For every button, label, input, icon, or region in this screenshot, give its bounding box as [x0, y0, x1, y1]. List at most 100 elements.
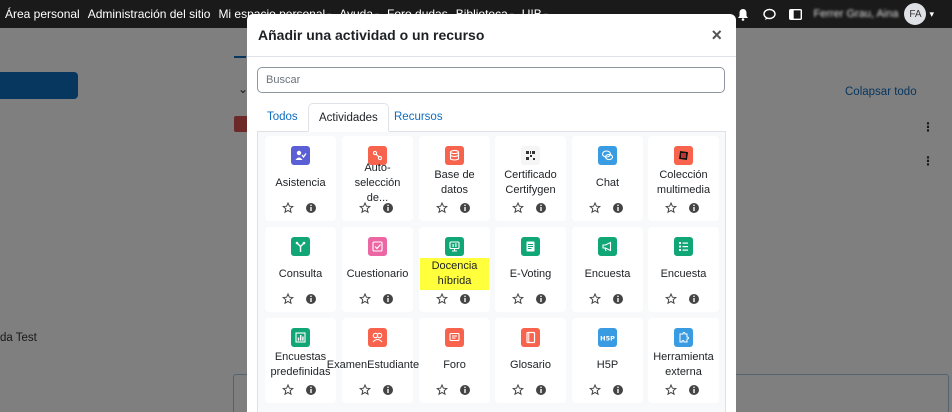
activity-name-wrapper: Glosario: [496, 349, 565, 381]
activity-name: Encuestas predefinidas: [270, 351, 331, 378]
user-name[interactable]: Ferrer Grau, Aina: [813, 8, 898, 20]
tab-actividades[interactable]: Actividades: [308, 103, 389, 132]
activity-name: Encuesta: [584, 267, 631, 280]
activity-name-wrapper: Encuestas predefinidas: [266, 349, 335, 381]
activity-card[interactable]: Certificado Certifygen: [495, 136, 566, 221]
activity-name: Herramienta externa: [653, 351, 714, 378]
evoting-icon: [521, 237, 540, 256]
activity-card[interactable]: H5P H5P: [572, 318, 643, 403]
star-icon[interactable]: [664, 383, 678, 396]
activity-card[interactable]: Docencia híbrida: [419, 227, 490, 312]
star-icon[interactable]: [511, 292, 525, 305]
modal-title: Añadir una actividad o un recurso: [258, 27, 485, 43]
activity-name-wrapper: Auto-selección de...: [343, 162, 412, 204]
notifications-bell-icon[interactable]: [735, 6, 751, 22]
star-icon[interactable]: [588, 383, 602, 396]
close-button[interactable]: ×: [711, 25, 722, 45]
quiz-icon: [368, 237, 387, 256]
star-icon[interactable]: [664, 292, 678, 305]
activity-name-wrapper: Encuesta: [573, 258, 642, 290]
info-icon[interactable]: [382, 293, 394, 305]
activity-name-wrapper: Docencia híbrida: [420, 258, 489, 290]
info-icon[interactable]: [612, 384, 624, 396]
activity-name-wrapper: Chat: [573, 167, 642, 199]
info-icon[interactable]: [459, 293, 471, 305]
activity-card[interactable]: Encuestas predefinidas: [265, 318, 336, 403]
activity-name: Consulta: [278, 267, 323, 280]
star-icon[interactable]: [281, 292, 295, 305]
predefined-surveys-icon: [291, 328, 310, 347]
activity-card[interactable]: Consulta: [265, 227, 336, 312]
star-icon[interactable]: [435, 292, 449, 305]
nav-link-1[interactable]: Administración del sitio: [88, 7, 211, 21]
info-icon[interactable]: [535, 293, 547, 305]
info-icon[interactable]: [305, 202, 317, 214]
student-exam-icon: [368, 328, 387, 347]
info-icon[interactable]: [688, 202, 700, 214]
star-icon[interactable]: [281, 383, 295, 396]
activity-card[interactable]: E-Voting: [495, 227, 566, 312]
star-icon[interactable]: [435, 201, 449, 214]
media-collection-icon: [674, 146, 693, 165]
info-icon[interactable]: [688, 384, 700, 396]
info-icon[interactable]: [305, 293, 317, 305]
activity-name-wrapper: Asistencia: [266, 167, 335, 199]
activity-name-wrapper: Colección multimedia: [649, 167, 718, 199]
activity-card[interactable]: Glosario: [495, 318, 566, 403]
activity-card[interactable]: Herramienta externa: [648, 318, 719, 403]
info-icon[interactable]: [612, 293, 624, 305]
activity-name: Cuestionario: [346, 267, 409, 280]
activity-card[interactable]: Colección multimedia: [648, 136, 719, 221]
messages-icon[interactable]: [761, 6, 777, 22]
tab-todos[interactable]: Todos: [257, 103, 308, 132]
star-icon[interactable]: [435, 383, 449, 396]
svg-text:H5P: H5P: [600, 334, 615, 342]
info-icon[interactable]: [459, 384, 471, 396]
tab-recursos[interactable]: Recursos: [384, 103, 453, 132]
activity-card[interactable]: Auto-selección de...: [342, 136, 413, 221]
glossary-icon: [521, 328, 540, 347]
activity-card[interactable]: Cuestionario: [342, 227, 413, 312]
star-icon[interactable]: [511, 201, 525, 214]
star-icon[interactable]: [281, 201, 295, 214]
info-icon[interactable]: [305, 384, 317, 396]
activity-name: Glosario: [510, 358, 551, 371]
activity-card[interactable]: Base de datos: [419, 136, 490, 221]
info-icon[interactable]: [535, 384, 547, 396]
activity-name-wrapper: Base de datos: [420, 167, 489, 199]
star-icon[interactable]: [358, 292, 372, 305]
info-icon[interactable]: [459, 202, 471, 214]
activity-name: H5P: [596, 358, 619, 371]
info-icon[interactable]: [382, 202, 394, 214]
info-icon[interactable]: [382, 384, 394, 396]
star-icon[interactable]: [358, 383, 372, 396]
search-input[interactable]: Buscar: [257, 67, 725, 93]
activity-card[interactable]: Encuesta: [572, 227, 643, 312]
nav-link-0[interactable]: Área personal: [5, 7, 80, 21]
drawer-toggle-icon[interactable]: [787, 6, 803, 22]
star-icon[interactable]: [358, 201, 372, 214]
info-icon[interactable]: [688, 293, 700, 305]
attendance-icon: [291, 146, 310, 165]
info-icon[interactable]: [535, 202, 547, 214]
activity-card[interactable]: Asistencia: [265, 136, 336, 221]
modal-header: Añadir una actividad o un recurso ×: [247, 14, 736, 57]
star-icon[interactable]: [588, 201, 602, 214]
activity-name: E-Voting: [509, 267, 552, 280]
star-icon[interactable]: [588, 292, 602, 305]
activity-name: ExamenEstudiante...: [326, 358, 429, 371]
user-menu-chevron-icon[interactable]: ▾: [929, 9, 934, 20]
info-icon[interactable]: [612, 202, 624, 214]
activity-card[interactable]: Foro: [419, 318, 490, 403]
star-icon[interactable]: [664, 201, 678, 214]
nav-link-label: Administración del sitio: [87, 7, 211, 21]
activity-card[interactable]: Chat: [572, 136, 643, 221]
activity-name-wrapper: E-Voting: [496, 258, 565, 290]
user-avatar[interactable]: FA: [904, 3, 927, 25]
h5p-icon: H5P: [598, 328, 617, 347]
user-navigation: Ferrer Grau, Aina FA ▾: [725, 0, 934, 28]
activity-card[interactable]: Encuesta: [648, 227, 719, 312]
star-icon[interactable]: [511, 383, 525, 396]
forum-icon: [445, 328, 464, 347]
activity-card[interactable]: ExamenEstudiante...: [327, 318, 428, 403]
